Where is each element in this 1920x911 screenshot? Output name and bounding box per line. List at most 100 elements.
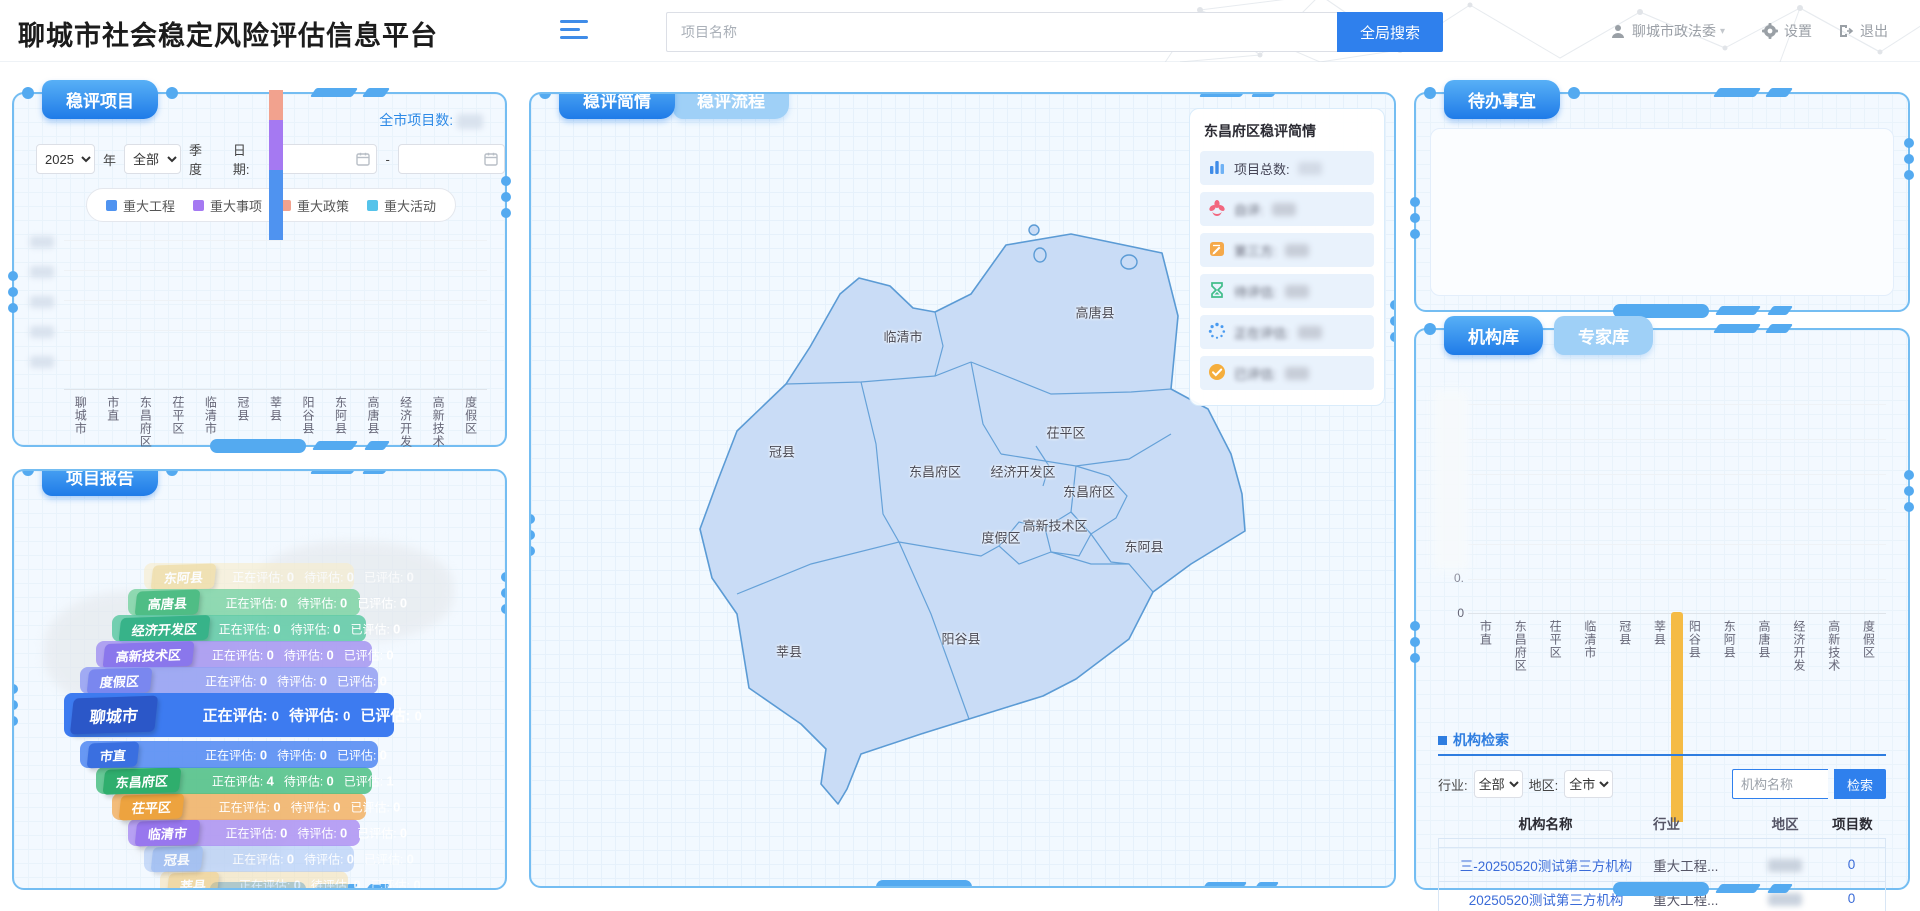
org-project-count: 0 (1818, 857, 1885, 872)
region-label: 聊城市 (70, 696, 158, 735)
check-icon (1208, 363, 1226, 384)
frame-decoration (362, 88, 390, 97)
menu-icon[interactable] (560, 20, 588, 42)
quarter-select[interactable]: 全部 (124, 144, 181, 174)
todo-empty-list (1430, 128, 1894, 296)
bar-segment-重大事项[interactable] (269, 120, 283, 170)
legend-item[interactable]: 重大事项 (193, 196, 262, 215)
region-select[interactable]: 全市 (1564, 770, 1613, 798)
stat-value: 1 (386, 773, 393, 788)
stat-value: 0 (280, 595, 287, 610)
logout-button[interactable]: 退出 (1838, 0, 1888, 62)
stat-value: 0 (407, 569, 414, 584)
region-report-row[interactable]: 市直正在评估: 0待评估: 0已评估: 0 (80, 741, 378, 768)
region-report-row[interactable]: 聊城市正在评估: 0待评估: 0已评估: 0 (64, 693, 394, 737)
settings-button[interactable]: 设置 (1762, 0, 1812, 62)
project-report-panel: 项目报告 东阿县正在评估: 0待评估: 0已评估: 0高唐县正在评估: 0待评估… (12, 469, 507, 890)
panel-title-todo: 待办事宜 (1444, 80, 1560, 119)
stat-label: 正在评估: (205, 748, 260, 762)
region-report-row[interactable]: 莘县正在评估: 0待评估: 0已评估: 0 (160, 871, 348, 890)
region-label: 冠县 (151, 845, 204, 872)
blurred-tick (30, 236, 54, 248)
frame-decoration (1767, 306, 1793, 315)
org-search-filters: 行业: 全部 地区: 全市 检索 (1438, 768, 1886, 800)
frame-decoration (501, 588, 507, 598)
tab-assessment-summary[interactable]: 稳评简情 (559, 92, 675, 119)
category: 经济开发 (1781, 620, 1816, 728)
date-start-input[interactable] (270, 144, 377, 174)
bar-segment-重大工程[interactable] (269, 170, 283, 240)
search-input[interactable] (666, 12, 1337, 52)
legend-item[interactable]: 重大政策 (280, 196, 349, 215)
frame-decoration (310, 469, 358, 474)
stat-value: 0 (413, 877, 420, 890)
legend-label: 重大工程 (123, 196, 175, 215)
summary-row: 项目总数: (1200, 151, 1374, 185)
redacted-value (1298, 162, 1322, 175)
org-industry: 重大工程... (1653, 855, 1751, 875)
user-menu[interactable]: 聊城市政法委 ▾ (1610, 0, 1725, 62)
tab-assessment-process[interactable]: 稳评流程 (673, 92, 789, 119)
legend-swatch (193, 200, 204, 211)
region-report-row[interactable]: 高唐县正在评估: 0待评估: 0已评估: 0 (128, 589, 360, 616)
stat-value: 0 (280, 825, 287, 840)
stat-label: 已评估: (344, 774, 387, 788)
table-row[interactable]: 三-20250520测试第三方机构重大工程... 0 (1439, 847, 1885, 881)
bar-chart-icon (1208, 158, 1226, 179)
region-report-carousel: 东阿县正在评估: 0待评估: 0已评估: 0高唐县正在评估: 0待评估: 0已评… (14, 471, 505, 888)
date-end-input[interactable] (398, 144, 505, 174)
category: 阳谷县 (1677, 620, 1712, 728)
region-report-row[interactable]: 经济开发区正在评估: 0待评估: 0已评估: 0 (112, 615, 366, 642)
stat-value: 0 (343, 709, 350, 724)
frame-decoration (1715, 306, 1761, 315)
year-select[interactable]: 2025 (36, 144, 95, 174)
org-panel: 机构库 专家库 00. 市直东昌府区茌平区临清市冠县莘县阳谷县东阿县高唐县经济开… (1414, 328, 1910, 890)
stat-label: 已评估: (364, 570, 407, 584)
legend-item[interactable]: 重大活动 (367, 196, 436, 215)
stat-value: 0 (333, 621, 340, 636)
redacted-value (1298, 326, 1322, 339)
bar-segment-重大政策[interactable] (269, 90, 283, 120)
frame-decoration (1410, 197, 1420, 207)
stat-value: 0 (380, 673, 387, 688)
map-panel: 稳评简情 稳评流程 (529, 92, 1396, 888)
category-label: 东昌府区 (1514, 620, 1526, 728)
tab-expert-library[interactable]: 专家库 (1554, 316, 1653, 355)
region-report-row[interactable]: 东昌府区正在评估: 4待评估: 0已评估: 1 (96, 767, 372, 794)
region-report-row[interactable]: 冠县正在评估: 0待评估: 0已评估: 0 (144, 845, 354, 872)
category: 市直 (1468, 620, 1503, 728)
stat-label: 待评估: (284, 648, 327, 662)
table-spacer-row (1439, 838, 1885, 847)
frame-decoration (8, 303, 18, 313)
stat-label: 待评估: (311, 878, 354, 890)
stat-label: 已评估: (357, 596, 400, 610)
region-report-row[interactable]: 临清市正在评估: 0待评估: 0已评估: 0 (128, 819, 360, 846)
org-name-input[interactable] (1732, 769, 1828, 799)
org-name-link[interactable]: 三-20250520测试第三方机构 (1439, 855, 1653, 875)
frame-decoration (1765, 88, 1793, 97)
summary-row: 待评估: (1200, 274, 1374, 308)
stat-label: 正在评估: (232, 852, 287, 866)
tab-org-library[interactable]: 机构库 (1444, 316, 1543, 355)
frame-decoration (1904, 154, 1914, 164)
stat-label: 正在评估: (232, 570, 287, 584)
category: 冠县 (1607, 620, 1642, 728)
summary-label: 项目总数: (1234, 159, 1290, 178)
category-label: 莘县 (1654, 620, 1666, 728)
section-divider (1438, 754, 1886, 756)
summary-label: 第三方: (1234, 241, 1277, 260)
frame-decoration (1390, 316, 1396, 326)
todo-panel: 待办事宜 (1414, 92, 1910, 312)
category-label: 市直 (1479, 620, 1491, 728)
global-search-button[interactable]: 全局搜索 (1337, 12, 1443, 52)
redacted-value (1285, 244, 1309, 257)
stat-label: 正在评估: (212, 648, 267, 662)
legend-item[interactable]: 重大工程 (106, 196, 175, 215)
region-stats: 正在评估: 0待评估: 0已评估: 0 (205, 672, 397, 689)
industry-select[interactable]: 全部 (1474, 770, 1523, 798)
region-report-row[interactable]: 茌平区正在评估: 0待评估: 0已评估: 0 (112, 793, 366, 820)
region-report-row[interactable]: 高新技术区正在评估: 0待评估: 0已评估: 0 (96, 641, 372, 668)
region-report-row[interactable]: 东阿县正在评估: 0待评估: 0已评估: 0 (144, 563, 354, 590)
org-search-button[interactable]: 检索 (1834, 769, 1886, 799)
region-report-row[interactable]: 度假区正在评估: 0待评估: 0已评估: 0 (80, 667, 378, 694)
